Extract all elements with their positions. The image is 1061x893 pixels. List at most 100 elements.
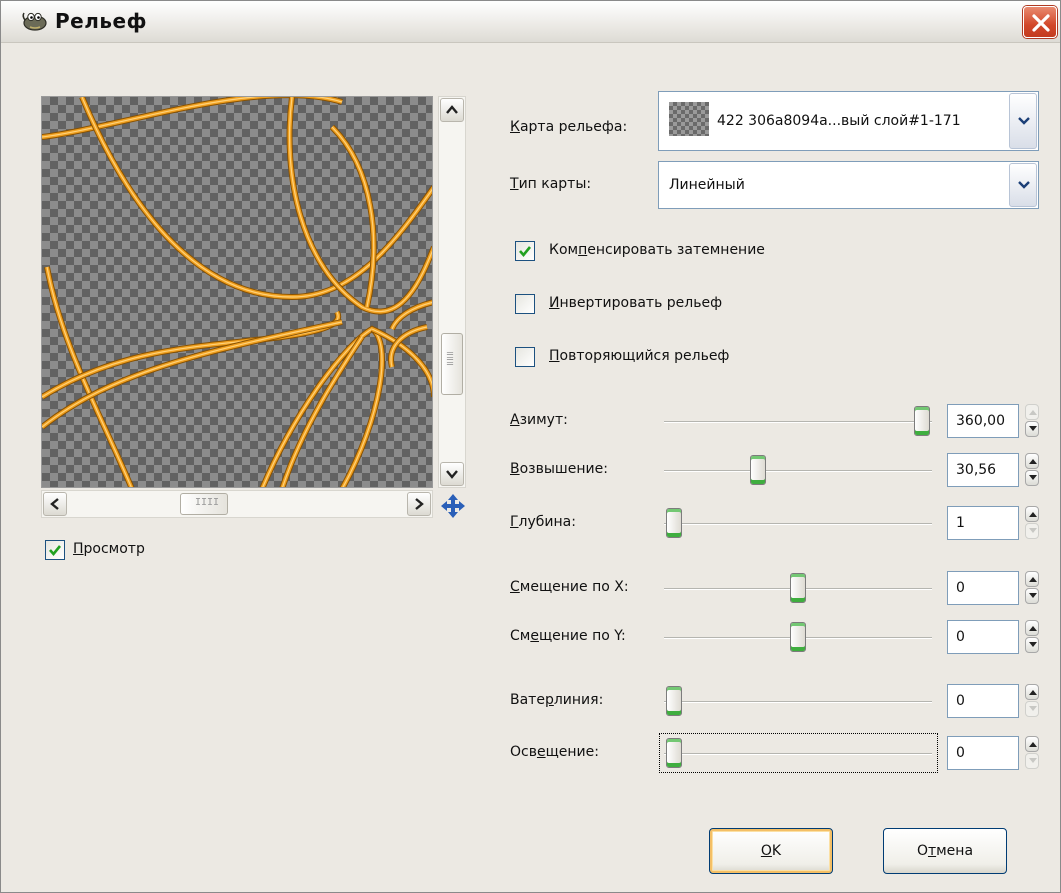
value-field[interactable]: 30,56 (947, 453, 1019, 487)
spin-up-button[interactable] (1025, 404, 1039, 420)
spin-down-icon (1029, 426, 1037, 431)
slider-handle[interactable] (666, 686, 682, 716)
map-type-combo[interactable]: Линейный (658, 161, 1039, 209)
slider-handle[interactable] (790, 622, 806, 652)
checkmark-icon (519, 246, 532, 258)
preview-checkbox[interactable] (45, 540, 65, 560)
slider-handle[interactable] (666, 508, 682, 538)
slider-label: Смещение по Y: (510, 628, 626, 644)
vertical-scroll-thumb[interactable]: ═ ═ ═ (441, 333, 463, 395)
spin-down-button[interactable] (1025, 421, 1039, 437)
option-label[interactable]: Повторяющийся рельеф (549, 348, 729, 364)
preview-vertical-scrollbar[interactable]: ═ ═ ═ (438, 96, 466, 488)
arrow-right-icon (415, 498, 424, 510)
slider-handle[interactable] (914, 406, 930, 436)
slider-track[interactable] (664, 701, 932, 703)
spin-down-icon (1029, 758, 1037, 763)
spin-up-button[interactable] (1025, 453, 1039, 469)
slider-track[interactable] (664, 421, 932, 423)
spin-down-icon (1029, 706, 1037, 711)
scroll-left-button[interactable] (43, 492, 67, 516)
spin-down-icon (1029, 475, 1037, 480)
bump-map-dropdown-button[interactable] (1009, 93, 1037, 149)
spin-buttons (1025, 453, 1039, 487)
spin-down-button[interactable] (1025, 588, 1039, 604)
value-spinbox[interactable]: 0 (947, 684, 1041, 718)
spin-up-button[interactable] (1025, 506, 1039, 522)
chevron-down-icon (1018, 117, 1030, 125)
move-icon[interactable] (439, 492, 467, 520)
ring-shadow (259, 325, 385, 487)
scroll-right-button[interactable] (407, 492, 431, 516)
slider-handle[interactable] (750, 455, 766, 485)
slider-label: Азимут: (510, 412, 568, 428)
arrow-up-icon (446, 105, 458, 114)
option-checkbox[interactable] (515, 347, 535, 367)
option-label[interactable]: Инвертировать рельеф (549, 295, 722, 311)
option-label[interactable]: Компенсировать затемнение (549, 242, 765, 258)
scroll-grip: IIII (195, 497, 220, 508)
preview-canvas[interactable] (41, 96, 433, 488)
slider-handle[interactable] (790, 573, 806, 603)
value-field[interactable]: 0 (947, 684, 1019, 718)
spin-up-button[interactable] (1025, 620, 1039, 636)
slider-track[interactable] (664, 470, 932, 472)
spin-buttons (1025, 404, 1039, 438)
value-field[interactable]: 0 (947, 571, 1019, 605)
spin-down-button[interactable] (1025, 753, 1039, 769)
gimp-icon (22, 12, 47, 31)
bump-map-thumbnail (669, 102, 709, 136)
slider-label: Освещение: (510, 744, 599, 760)
option-checkbox[interactable] (515, 241, 535, 261)
spin-up-button[interactable] (1025, 684, 1039, 700)
title-bar[interactable]: Рельеф (1, 1, 1060, 43)
ring-highlight (81, 97, 432, 298)
map-type-label: Тип карты: (510, 176, 592, 192)
value-spinbox[interactable]: 0 (947, 736, 1041, 770)
spin-down-button[interactable] (1025, 470, 1039, 486)
spin-up-icon (1029, 459, 1037, 464)
option-checkbox[interactable] (515, 294, 535, 314)
scroll-down-button[interactable] (440, 462, 464, 486)
horizontal-scroll-thumb[interactable]: IIII (180, 493, 228, 515)
arrow-left-icon (50, 498, 59, 510)
map-type-dropdown-button[interactable] (1009, 163, 1037, 207)
spin-up-icon (1029, 577, 1037, 582)
ring-highlight (289, 97, 432, 313)
value-spinbox[interactable]: 0 (947, 620, 1041, 654)
slider-track[interactable] (664, 523, 932, 525)
preview-horizontal-scrollbar[interactable]: IIII (41, 490, 433, 518)
value-spinbox[interactable]: 0 (947, 571, 1041, 605)
map-type-value: Линейный (669, 177, 745, 193)
ring-stroke (287, 97, 432, 314)
ring-highlight (262, 328, 383, 487)
spin-up-button[interactable] (1025, 571, 1039, 587)
spin-down-button[interactable] (1025, 637, 1039, 653)
spin-up-button[interactable] (1025, 736, 1039, 752)
value-spinbox[interactable]: 30,56 (947, 453, 1041, 487)
dialog-body: ═ ═ ═ IIII Просмотр Карта рельефа: 422 3… (1, 43, 1060, 892)
preview-image (42, 97, 432, 487)
value-spinbox[interactable]: 360,00 (947, 404, 1041, 438)
spin-buttons (1025, 571, 1039, 605)
bump-map-combo[interactable]: 422 306a8094a...вый слой#1-171 (658, 91, 1039, 151)
spin-down-icon (1029, 593, 1037, 598)
spin-down-button[interactable] (1025, 523, 1039, 539)
scroll-up-button[interactable] (440, 98, 464, 122)
ok-button[interactable]: OK (709, 828, 833, 874)
close-button[interactable] (1023, 6, 1057, 38)
checkmark-icon (49, 545, 62, 557)
value-field[interactable]: 0 (947, 736, 1019, 770)
close-icon (1032, 14, 1050, 32)
slider-label: Смещение по X: (510, 579, 629, 595)
value-field[interactable]: 0 (947, 620, 1019, 654)
spin-buttons (1025, 506, 1039, 540)
value-spinbox[interactable]: 1 (947, 506, 1041, 540)
spin-buttons (1025, 620, 1039, 654)
cancel-button[interactable]: Отмена (883, 828, 1007, 874)
spin-down-button[interactable] (1025, 701, 1039, 717)
preview-label[interactable]: Просмотр (73, 541, 145, 557)
value-field[interactable]: 1 (947, 506, 1019, 540)
ring-shadow (286, 97, 432, 315)
value-field[interactable]: 360,00 (947, 404, 1019, 438)
